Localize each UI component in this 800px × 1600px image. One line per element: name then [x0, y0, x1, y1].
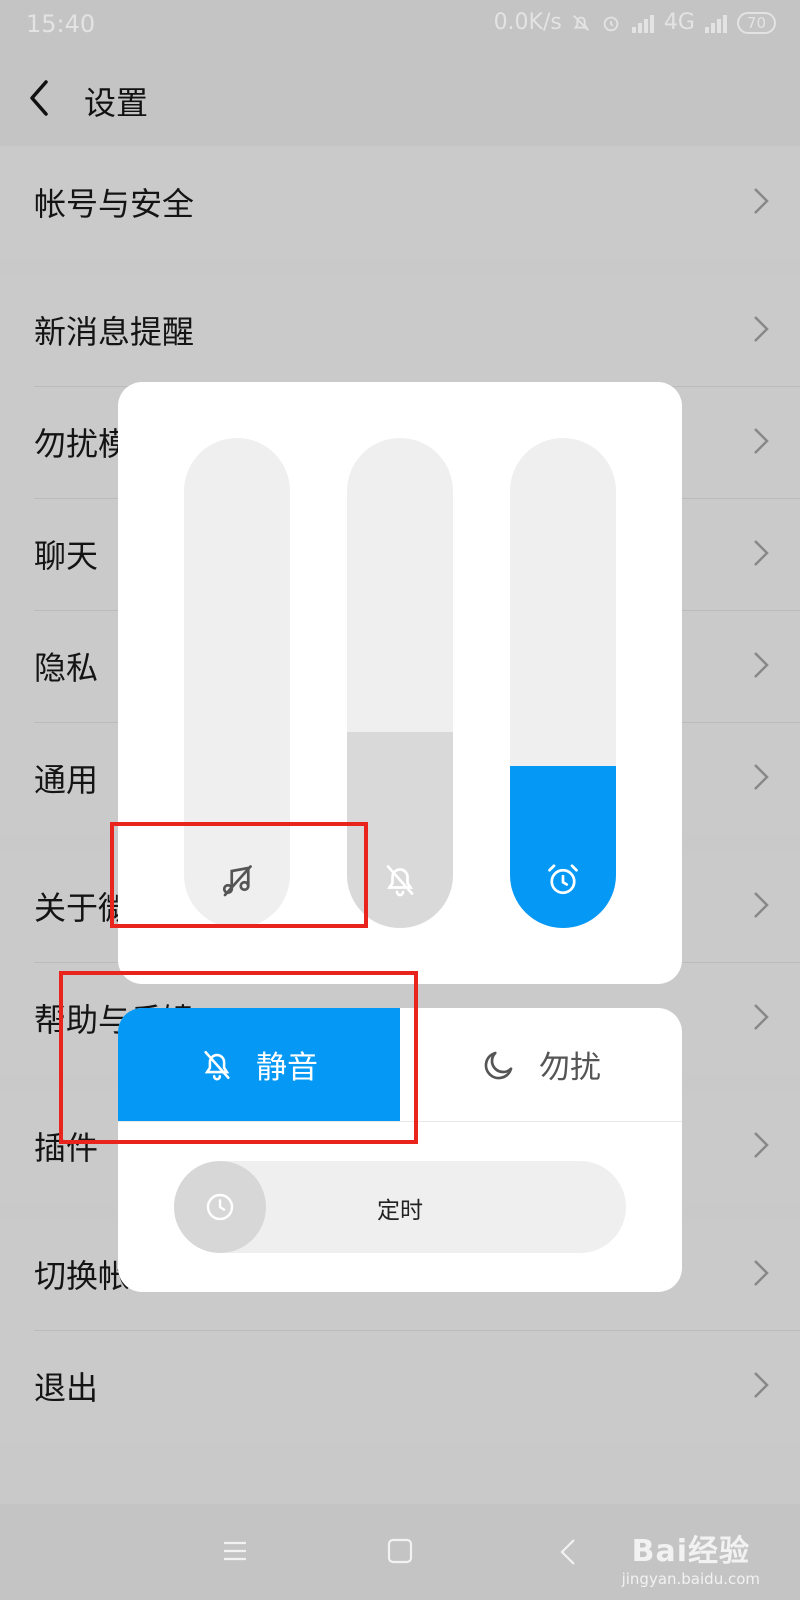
chevron-right-icon: [754, 1260, 769, 1286]
chevron-right-icon: [754, 1372, 769, 1398]
settings-item-logout[interactable]: 退出: [0, 1330, 800, 1442]
volume-panel: [118, 382, 682, 984]
ringer-volume-fill: [347, 732, 453, 928]
menu-icon[interactable]: [222, 1538, 248, 1564]
settings-item-label: 插件: [34, 1129, 99, 1167]
network-speed: 0.0K/s: [493, 10, 562, 35]
settings-item-label: 通用: [34, 761, 99, 799]
settings-item-label: 隐私: [34, 649, 99, 687]
mode-panel: 静音 勿扰 定时: [118, 1008, 682, 1292]
back-icon[interactable]: [558, 1538, 578, 1566]
back-arrow-icon[interactable]: [26, 78, 56, 118]
chevron-right-icon: [754, 764, 769, 790]
status-time: 15:40: [26, 10, 96, 38]
bell-off-icon: [204, 1050, 230, 1080]
header: 设置: [0, 50, 800, 147]
media-volume-slider[interactable]: [184, 438, 290, 928]
battery-indicator: 70: [736, 11, 776, 34]
settings-item-label: 新消息提醒: [34, 313, 195, 351]
system-nav-bar: Bai经验 jingyan.baidu.com: [0, 1504, 800, 1600]
dnd-mode-button[interactable]: 勿扰: [400, 1008, 682, 1121]
alarm-volume-slider[interactable]: [510, 438, 616, 928]
chevron-right-icon: [754, 1132, 769, 1158]
settings-item-label: 退出: [34, 1369, 99, 1407]
timer-label: 定时: [377, 1198, 423, 1224]
chevron-right-icon: [754, 1004, 769, 1030]
settings-item-account-security[interactable]: 帐号与安全: [0, 146, 800, 258]
status-bar: 15:40 0.0K/s 4G 70: [0, 0, 800, 50]
settings-item-notifications[interactable]: 新消息提醒: [0, 274, 800, 386]
chevron-right-icon: [754, 428, 769, 454]
settings-group-account: 帐号与安全: [0, 146, 800, 258]
settings-item-label: 帐号与安全: [34, 185, 195, 223]
mode-divider: [118, 1121, 682, 1122]
chevron-right-icon: [754, 316, 769, 342]
silent-mode-button[interactable]: 静音: [118, 1008, 400, 1121]
alarm-status-icon: [603, 16, 619, 31]
page-title: 设置: [84, 84, 149, 122]
chevron-right-icon: [754, 540, 769, 566]
bell-off-status-icon: [572, 14, 589, 31]
chevron-right-icon: [754, 652, 769, 678]
ringer-volume-slider[interactable]: [347, 438, 453, 928]
signal-icon: [704, 14, 727, 33]
bell-off-icon: [386, 865, 414, 897]
watermark: Bai经验 jingyan.baidu.com: [622, 1526, 760, 1588]
watermark-logo: Bai经验: [631, 1534, 750, 1569]
network-type: 4G: [663, 10, 695, 35]
alarm-clock-icon: [548, 864, 578, 895]
signal-hd-icon: [631, 14, 654, 33]
home-icon[interactable]: [387, 1538, 413, 1564]
alarm-volume-fill: [510, 766, 616, 928]
dnd-mode-label: 勿扰: [539, 1050, 601, 1086]
timer-slider[interactable]: 定时: [174, 1161, 626, 1253]
silent-mode-label: 静音: [256, 1050, 318, 1086]
watermark-url: jingyan.baidu.com: [621, 1570, 760, 1588]
status-indicators: 0.0K/s 4G 70: [494, 10, 776, 35]
settings-item-label: 聊天: [34, 537, 99, 575]
chevron-right-icon: [754, 892, 769, 918]
music-muted-icon: [222, 865, 252, 897]
moon-icon: [484, 1051, 513, 1079]
chevron-right-icon: [754, 188, 769, 214]
